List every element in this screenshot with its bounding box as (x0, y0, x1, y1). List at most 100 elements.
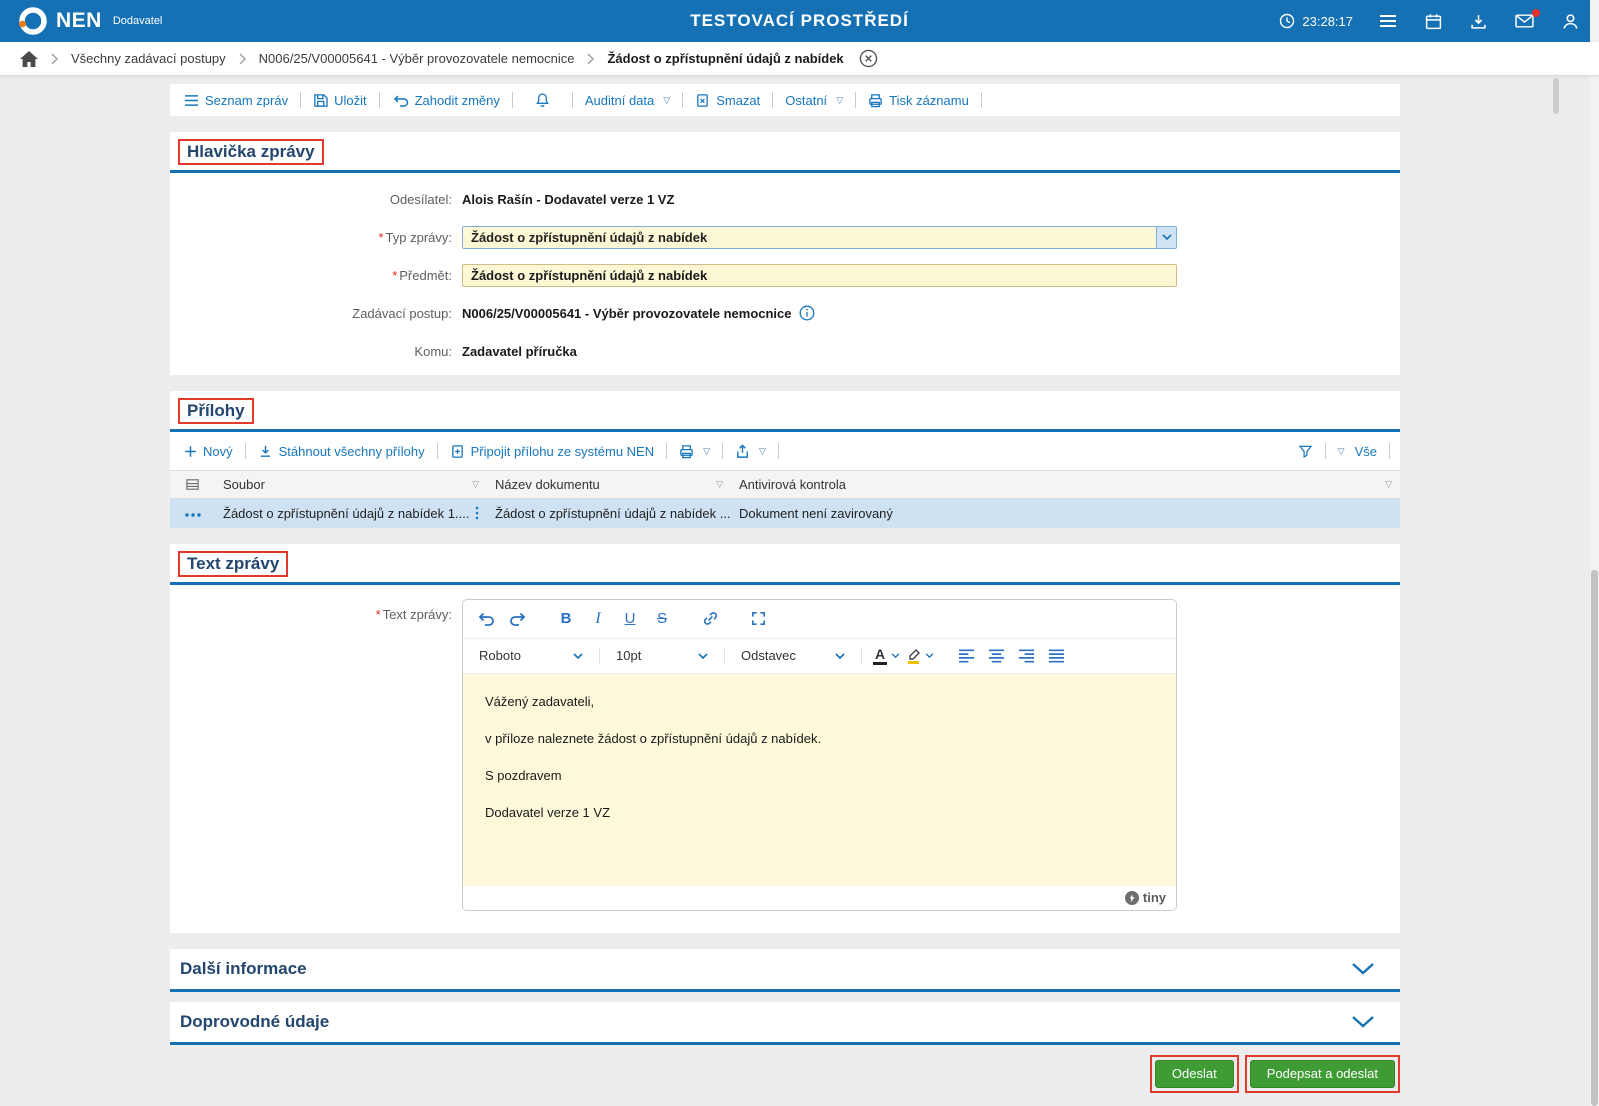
inner-scrollbar[interactable] (1553, 78, 1559, 114)
redo-icon (510, 612, 526, 626)
audit-data-button[interactable]: Auditní data ▽ (581, 93, 674, 108)
info-button[interactable] (799, 305, 815, 321)
tinymce-logo[interactable]: tiny (1124, 890, 1166, 905)
delete-button[interactable]: Smazat (691, 93, 764, 108)
tiny-label: tiny (1142, 890, 1166, 905)
attachment-file-name[interactable]: Žádost o zpřístupnění údajů z nabídek 1.… (223, 506, 475, 521)
close-icon (859, 49, 877, 68)
odesilatel-value: Alois Rašín - Dodavatel verze 1 VZ (462, 191, 675, 207)
chevron-down-icon (891, 653, 900, 658)
fullscreen-button[interactable] (743, 605, 773, 633)
calendar-button[interactable] (1423, 11, 1444, 32)
downloads-button[interactable] (1468, 11, 1489, 32)
annotation-box: Hlavička zprávy (178, 139, 324, 165)
redo-button[interactable] (503, 605, 533, 633)
environment-title: TESTOVACÍ PROSTŘEDÍ (690, 11, 909, 30)
bold-icon: B (560, 610, 572, 627)
chevron-down-icon (1161, 234, 1172, 240)
editor-status-bar: tiny (463, 885, 1176, 910)
filter-caret-icon[interactable]: ▽ (716, 480, 723, 489)
send-button[interactable]: Odeslat (1154, 1059, 1234, 1088)
drag-handle-icon[interactable] (475, 506, 479, 520)
attachments-header-row: Soubor ▽ Název dokumentu ▽ Antivirová kont… (170, 470, 1400, 499)
home-icon (20, 50, 38, 67)
italic-button[interactable]: I (583, 605, 613, 633)
page-scrollbar[interactable] (1590, 0, 1599, 1106)
block-format-select[interactable]: Odstavec (733, 643, 853, 669)
download-all-attachments-button[interactable]: Stáhnout všechny přílohy (254, 444, 429, 459)
home-button[interactable] (20, 50, 38, 67)
align-center-button[interactable] (981, 642, 1011, 670)
nen-logo-icon (19, 7, 47, 35)
column-settings-header[interactable] (170, 470, 215, 499)
delete-icon (697, 93, 709, 107)
filter-caret-icon[interactable]: ▽ (472, 480, 479, 489)
komu-label: Komu: (414, 343, 452, 359)
strikethrough-button[interactable]: S (647, 605, 677, 633)
chevron-down-icon[interactable] (1352, 1015, 1374, 1028)
align-justify-button[interactable] (1041, 642, 1071, 670)
section-dalsi-informace[interactable]: Další informace (170, 948, 1400, 992)
section-title-hlavicka: Hlavička zprávy (187, 142, 315, 161)
font-family-select[interactable]: Roboto (471, 643, 591, 669)
font-size-select[interactable]: 10pt (608, 643, 716, 669)
column-header-soubor[interactable]: Soubor ▽ (215, 470, 487, 499)
bold-button[interactable]: B (551, 605, 581, 633)
undo-icon (478, 612, 494, 626)
other-actions-button[interactable]: Ostatní ▽ (781, 93, 847, 108)
breadcrumb-item-postupy[interactable]: Všechny zadávací postupy (71, 51, 226, 66)
undo-button[interactable] (471, 605, 501, 633)
filter-all-button[interactable]: ▽ Vše (1334, 444, 1381, 459)
align-right-button[interactable] (1011, 642, 1041, 670)
discard-changes-button[interactable]: Zahodit změny (388, 93, 504, 108)
chevron-down-icon (835, 652, 845, 659)
sign-and-send-button[interactable]: Podepsat a odeslat (1249, 1059, 1395, 1088)
message-paragraph: S pozdravem (485, 767, 562, 783)
print-record-button[interactable]: Tisk záznamu (864, 93, 973, 108)
calendar-icon (1425, 13, 1442, 29)
new-attachment-button[interactable]: Nový (180, 444, 237, 459)
breadcrumb-item-zakazka[interactable]: N006/25/V00005641 - Výběr provozovatele … (259, 51, 575, 66)
export-attachments-button[interactable]: ▽ (731, 443, 770, 459)
notifications-button[interactable] (521, 92, 564, 108)
block-format-value: Odstavec (741, 648, 796, 663)
messages-button[interactable] (1513, 9, 1540, 30)
message-body-input[interactable]: Vážený zadavateli, v příloze naleznete ž… (463, 673, 1176, 886)
message-list-button[interactable]: Seznam zpráv (180, 93, 292, 108)
plus-icon (185, 445, 196, 457)
nen-logo[interactable]: NEN Dodavatel (18, 6, 162, 36)
row-menu-button[interactable] (184, 512, 202, 518)
typ-zpravy-dropdown-button[interactable] (1156, 226, 1176, 248)
text-color-button[interactable]: A (870, 642, 903, 670)
typ-zpravy-select[interactable]: Žádost o zpřístupnění údajů z nabídek (462, 225, 1177, 249)
attach-from-nen-label: Připojit přílohu ze systému NEN (470, 443, 655, 459)
print-attachments-button[interactable]: ▽ (675, 444, 714, 459)
scrollbar-thumb[interactable] (1591, 570, 1598, 1106)
close-tab-button[interactable] (859, 49, 878, 68)
brand-name: NEN (56, 9, 102, 32)
link-button[interactable] (695, 605, 725, 633)
filter-caret-icon[interactable]: ▽ (1385, 480, 1392, 489)
column-header-nazev[interactable]: Název dokumentu ▽ (487, 470, 731, 499)
save-button[interactable]: Uložit (309, 93, 371, 108)
discard-changes-label: Zahodit změny (414, 92, 500, 108)
underline-button[interactable]: U (615, 605, 645, 633)
download-icon (1471, 14, 1486, 29)
predmet-input[interactable] (462, 263, 1177, 287)
filter-icon (1298, 445, 1313, 458)
section-hlavicka-zpravy: Hlavička zprávy Odesílatel: Alois Rašín … (170, 132, 1400, 375)
attachment-row[interactable]: Žádost o zpřístupnění údajů z nabídek 1.… (170, 498, 1400, 528)
profile-button[interactable] (1560, 11, 1581, 32)
highlight-color-button[interactable] (903, 642, 937, 670)
filter-button[interactable] (1294, 444, 1317, 459)
section-doprovodne-udaje[interactable]: Doprovodné údaje (170, 1001, 1400, 1045)
chevron-down-icon (698, 652, 708, 659)
caret-down-icon: ▽ (703, 445, 711, 456)
align-left-button[interactable] (951, 642, 981, 670)
odesilatel-label: Odesílatel: (389, 191, 452, 207)
chevron-down-icon[interactable] (1352, 962, 1374, 975)
column-header-antivir[interactable]: Antivirová kontrola ▽ (731, 470, 1400, 499)
menu-button[interactable] (1377, 12, 1399, 30)
zadavaci-postup-label: Zadávací postup: (352, 305, 452, 321)
attach-from-nen-button[interactable]: Připojit přílohu ze systému NEN (446, 444, 659, 459)
